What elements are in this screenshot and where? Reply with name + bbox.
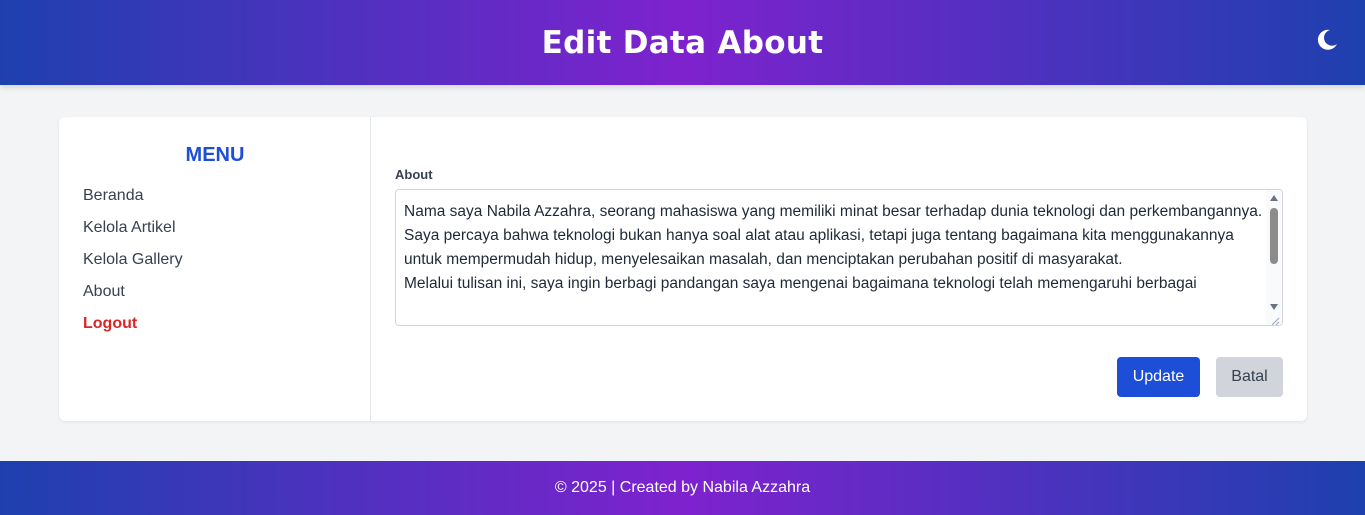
page-title: Edit Data About (541, 24, 824, 61)
textarea-scrollbar[interactable] (1266, 190, 1282, 325)
sidebar-item-kelola-gallery[interactable]: Kelola Gallery (83, 251, 183, 283)
footer-text: © 2025 | Created by Nabila Azzahra (554, 479, 811, 496)
update-button[interactable]: Update (1117, 357, 1200, 397)
content-card: MENU Beranda Kelola Artikel Kelola Galle… (59, 117, 1307, 421)
scroll-down-arrow-icon[interactable] (1270, 304, 1278, 310)
about-textarea-content[interactable]: Nama saya Nabila Azzahra, seorang mahasi… (404, 200, 1264, 296)
scroll-thumb[interactable] (1270, 208, 1278, 264)
moon-icon[interactable] (1315, 28, 1339, 52)
sidebar: MENU Beranda Kelola Artikel Kelola Galle… (59, 117, 371, 421)
about-label: About (395, 167, 433, 182)
about-textarea[interactable]: Nama saya Nabila Azzahra, seorang mahasi… (395, 189, 1283, 326)
page-header: Edit Data About (0, 0, 1365, 85)
sidebar-nav: Beranda Kelola Artikel Kelola Gallery Ab… (83, 187, 183, 347)
resize-grip-icon[interactable] (1270, 313, 1280, 325)
page-footer: © 2025 | Created by Nabila Azzahra (0, 461, 1365, 515)
sidebar-item-logout[interactable]: Logout (83, 315, 183, 347)
sidebar-item-kelola-artikel[interactable]: Kelola Artikel (83, 219, 183, 251)
scroll-up-arrow-icon[interactable] (1270, 195, 1278, 201)
cancel-button[interactable]: Batal (1216, 357, 1283, 397)
sidebar-item-about[interactable]: About (83, 283, 183, 315)
edit-form: About Nama saya Nabila Azzahra, seorang … (371, 117, 1307, 421)
menu-title: MENU (185, 144, 245, 166)
sidebar-item-beranda[interactable]: Beranda (83, 187, 183, 219)
